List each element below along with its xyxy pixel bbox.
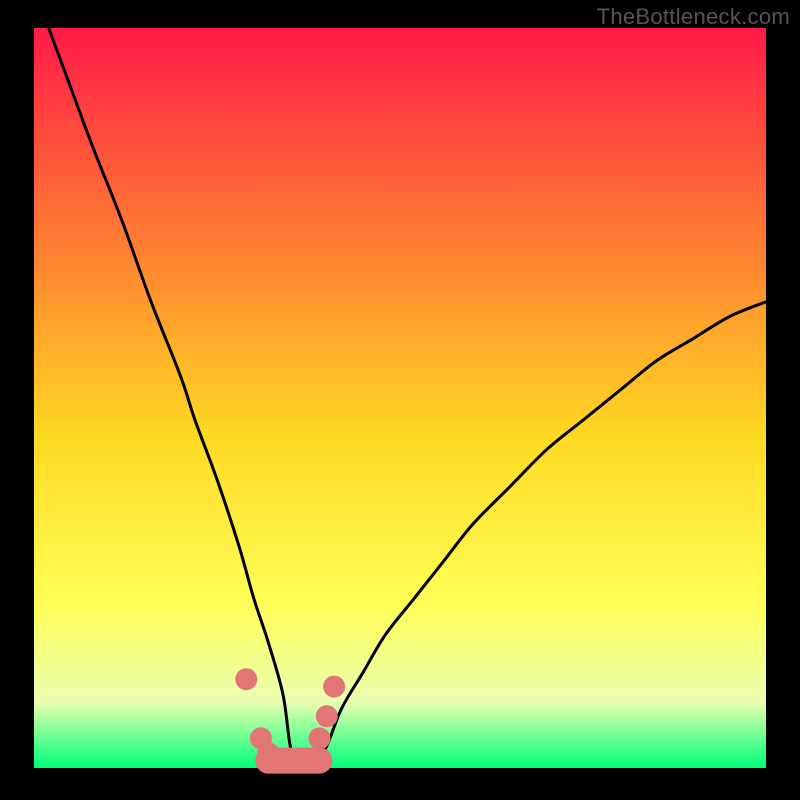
chart-frame: TheBottleneck.com [0, 0, 800, 800]
watermark-text: TheBottleneck.com [597, 4, 790, 30]
plot-background [34, 28, 766, 768]
marker-dot [316, 705, 338, 727]
marker-dot [323, 676, 345, 698]
marker-dot [257, 742, 279, 764]
marker-dot [308, 727, 330, 749]
marker-dot [287, 750, 309, 772]
bottleneck-chart [0, 0, 800, 800]
marker-dot [235, 668, 257, 690]
